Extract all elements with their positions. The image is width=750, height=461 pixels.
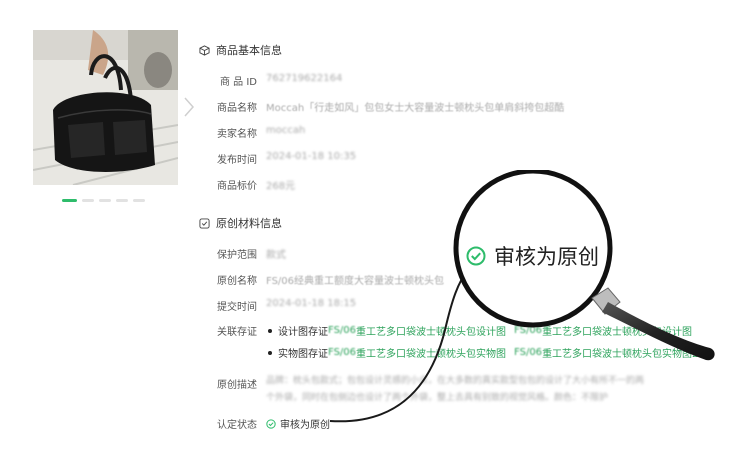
row-label: 原创描述 <box>217 380 257 391</box>
row-value: 款式 <box>266 250 286 261</box>
row-label: 商品名称 <box>217 103 257 114</box>
product-photo-illustration <box>33 30 178 185</box>
row-label: 提交时间 <box>217 302 257 313</box>
status-text: 审核为原创 <box>280 420 330 431</box>
bullet <box>268 328 272 333</box>
row-value: 268元 <box>266 181 296 192</box>
product-image[interactable] <box>33 30 178 185</box>
cube-icon <box>199 44 210 56</box>
bullet <box>268 350 272 355</box>
info-row-price: 商品标价 268元 <box>180 177 295 192</box>
info-row-submit-time: 提交时间 2024-01-18 18:15 <box>180 298 356 313</box>
row-label: 原创名称 <box>217 276 257 287</box>
gallery-dot[interactable] <box>133 199 145 202</box>
gallery-dot[interactable] <box>62 199 77 202</box>
info-row-original-name: 原创名称 FS/06经典重工额度大容量波士顿枕头包 <box>180 272 444 287</box>
check-circle-icon <box>466 246 486 266</box>
row-value: moccah <box>266 125 306 136</box>
info-row-status: 认定状态 <box>180 416 257 431</box>
status-badge: 审核为原创 <box>266 416 330 431</box>
row-label: 认定状态 <box>217 420 257 431</box>
row-label: 商 品 ID <box>219 77 257 88</box>
row-value: Moccah「行走如风」包包女士大容量波士顿枕头包单肩斜挎包超酷 <box>266 103 565 114</box>
row-value: 2024-01-18 10:35 <box>266 151 357 162</box>
basic-info-header: 商品基本信息 <box>199 42 282 58</box>
row-label: 关联存证 <box>217 327 257 338</box>
row-label: 发布时间 <box>217 155 257 166</box>
row-value: FS/06经典重工额度大容量波士顿枕头包 <box>266 276 445 287</box>
gallery-dot[interactable] <box>99 199 111 202</box>
section-title: 商品基本信息 <box>216 44 282 57</box>
info-row-date: 发布时间 2024-01-18 10:35 <box>180 151 356 166</box>
gallery-indicator <box>62 199 145 202</box>
magnifier-icon <box>453 170 715 361</box>
section-title: 原创材料信息 <box>216 217 282 230</box>
info-row-evidence: 关联存证 <box>180 323 257 338</box>
evidence-prefix: FS/06 <box>328 325 357 336</box>
info-row-desc: 原创描述 <box>180 376 257 391</box>
info-row-id: 商 品 ID 7627196221​64 <box>180 73 342 88</box>
evidence-prefix: FS/06 <box>328 347 357 358</box>
row-value: 2024-01-18 18:15 <box>266 298 357 309</box>
evidence-type: 设计图存证 <box>278 327 328 338</box>
magnified-status-text: 审核为原创 <box>494 245 599 269</box>
info-row-seller: 卖家名称 moccah <box>180 125 305 140</box>
gallery-dot[interactable] <box>82 199 94 202</box>
check-circle-icon <box>266 418 276 429</box>
original-info-header: 原创材料信息 <box>199 215 282 231</box>
gallery-dot[interactable] <box>116 199 128 202</box>
info-row-name: 商品名称 Moccah「行走如风」包包女士大容量波士顿枕头包单肩斜挎包超酷 <box>180 99 564 114</box>
magnified-status: 审核为原创 <box>466 241 599 271</box>
row-value: 7627196221​64 <box>266 73 343 84</box>
badge-icon <box>199 217 210 229</box>
row-label: 卖家名称 <box>217 129 257 140</box>
row-label: 保护范围 <box>217 250 257 261</box>
row-label: 商品标价 <box>217 181 257 192</box>
evidence-type: 实物图存证 <box>278 349 328 360</box>
info-row-scope: 保护范围 款式 <box>180 246 286 261</box>
